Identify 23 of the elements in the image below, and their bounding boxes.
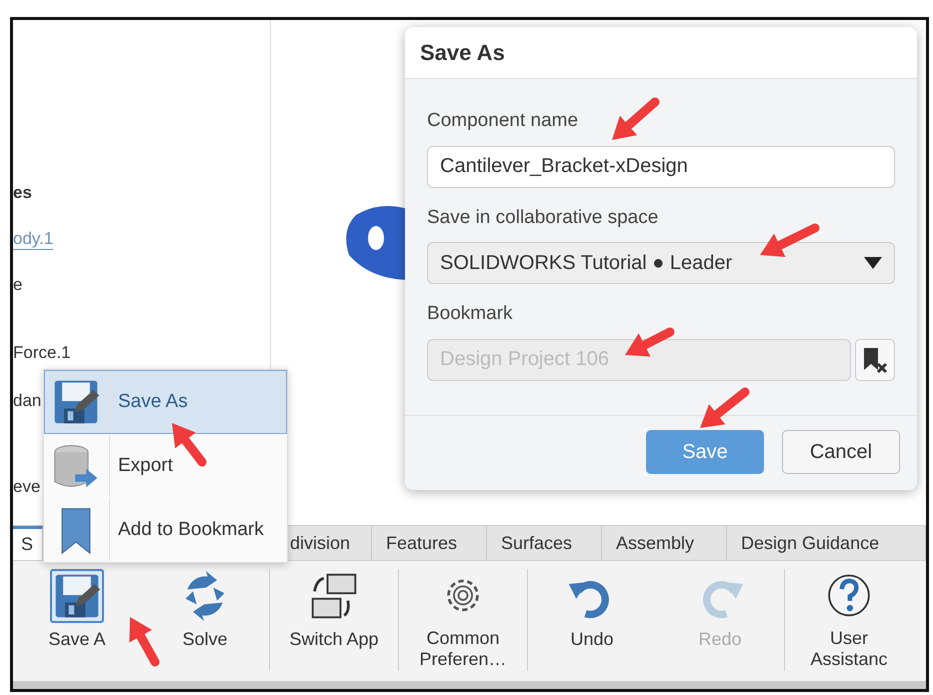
toolbar-button[interactable]: Switch App (270, 569, 398, 671)
field-label: Save in collaborative space (427, 206, 658, 230)
tab[interactable]: division (288, 526, 372, 560)
menu-item[interactable]: Save As (44, 370, 287, 434)
sidebar-text: dan (13, 391, 42, 412)
tab[interactable]: S (13, 526, 43, 560)
toolbar-button[interactable]: User Assistanc (785, 569, 913, 671)
toolbar-button[interactable]: Undo (528, 569, 656, 671)
field-label: Bookmark (427, 302, 513, 326)
sidebar-text: Force.1 (13, 343, 71, 364)
sidebar-text: eve (13, 477, 40, 498)
cancel-button[interactable]: Cancel (782, 430, 900, 474)
name-field[interactable]: Cantilever_Bracket-xDesign (427, 146, 895, 188)
toolbar-button[interactable]: Common Preferen… (399, 569, 527, 671)
field-label: Component name (427, 109, 578, 133)
toolbar-button[interactable]: Save A (13, 569, 141, 671)
sidebar-text: e (13, 275, 22, 296)
menu-item[interactable]: Export (44, 434, 287, 498)
menu-item[interactable]: Add to Bookmark (44, 498, 287, 562)
space-dropdown[interactable]: SOLIDWORKS Tutorial ● Leader (427, 242, 895, 284)
toolbar-button[interactable]: Solve (141, 569, 269, 671)
sidebar-text: es (13, 183, 32, 204)
dialog-title: Save As (405, 27, 917, 79)
